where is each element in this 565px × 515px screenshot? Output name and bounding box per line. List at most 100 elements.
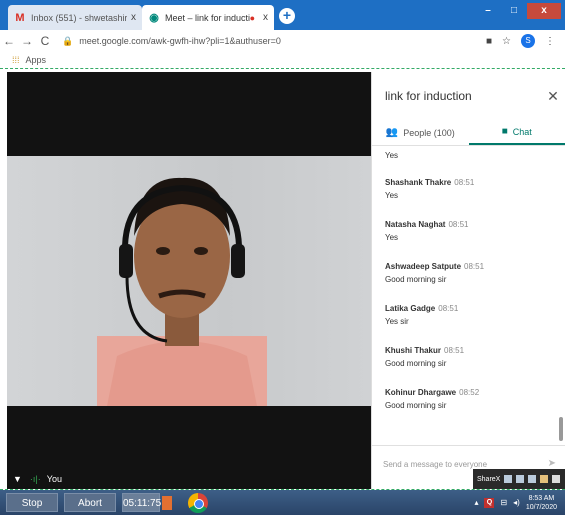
back-icon[interactable]: ← — [0, 34, 18, 48]
close-tab-icon[interactable]: x — [131, 12, 136, 23]
sharex-delete-icon[interactable] — [552, 475, 561, 483]
meet-icon: ◉ — [149, 12, 159, 24]
sharex-capture-icon[interactable] — [504, 475, 513, 483]
sharex-window-icon[interactable] — [528, 475, 537, 483]
clock[interactable]: 8:53 AM 10/7/2020 — [526, 494, 557, 512]
message-time: 08:51 — [438, 304, 459, 313]
chat-message: Ashwadeep Satpute 08:51 Good morning sir — [385, 262, 565, 284]
close-window-button[interactable]: x — [527, 3, 561, 19]
message-sender: Khushi Thakur 08:51 — [385, 346, 465, 355]
close-tab-icon[interactable]: x — [263, 12, 268, 23]
sharex-clipboard-icon[interactable] — [540, 475, 549, 483]
profile-avatar[interactable]: S — [521, 34, 535, 48]
system-tray: ▴ Q ⊟ ◂) 8:53 AM 10/7/2020 — [474, 494, 557, 512]
audio-level-icon: ·ı|· — [29, 474, 41, 484]
minimize-button[interactable]: – — [475, 3, 501, 19]
message-text: Good morning sir — [385, 401, 447, 410]
tab-gmail[interactable]: M Inbox (551) - shwetashirpurkar2( x — [8, 5, 142, 30]
url-text: meet.google.com/awk-gwfh-ihw?pli=1&authu… — [79, 35, 281, 46]
tab-title: Meet – link for induction — [165, 12, 250, 23]
chat-message: Shashank Thakre 08:51 Yes — [385, 178, 565, 200]
bookmarks-bar: ⁞⁞⁞ Apps — [0, 52, 565, 68]
message-time: 08:51 — [448, 220, 469, 229]
address-bar-actions: ■ ☆ S ⋮ — [486, 34, 555, 48]
people-icon: 👥 — [385, 127, 399, 138]
forward-icon[interactable]: → — [18, 34, 36, 48]
apps-bookmark[interactable]: Apps — [26, 55, 47, 65]
clock-time: 8:53 AM — [528, 494, 555, 502]
meeting-title: link for induction — [385, 89, 472, 103]
tab-title: Inbox (551) - shwetashirpurkar2( — [31, 12, 127, 23]
new-tab-button[interactable]: + — [279, 8, 295, 24]
browser-tab-bar: M Inbox (551) - shwetashirpurkar2( x ◉ M… — [0, 0, 565, 30]
tray-expand-icon[interactable]: ▴ — [474, 498, 478, 507]
video-area: ▼ ·ı|· You — [7, 72, 371, 489]
chat-icon: ■ — [501, 126, 508, 137]
side-panel: link for induction ✕ 👥 People (100) ■ Ch… — [371, 72, 565, 489]
window-controls: – □ x — [475, 3, 561, 19]
participant-video — [7, 156, 371, 406]
message-text: Yes — [385, 233, 399, 242]
chat-message: Kohinur Dhargawe 08:52 Good morning sir — [385, 388, 565, 410]
network-icon[interactable]: ⊟ — [500, 498, 507, 507]
message-text: Yes sir — [385, 317, 409, 326]
self-label: You — [46, 474, 62, 484]
chat-scrollbar[interactable] — [559, 417, 563, 441]
message-sender: Shashank Thakre 08:51 — [385, 178, 475, 187]
recording-timer: 05:11:75 — [122, 493, 161, 512]
chat-message: Yes — [385, 151, 565, 160]
send-icon[interactable]: ➤ — [548, 458, 556, 469]
tab-meet[interactable]: ◉ Meet – link for induction ● x — [142, 5, 274, 30]
message-text: Good morning sir — [385, 275, 447, 284]
sharex-region-icon[interactable] — [516, 475, 525, 483]
chat-tab-label: Chat — [512, 126, 532, 137]
message-sender: Ashwadeep Satpute 08:51 — [385, 262, 485, 271]
message-text: Good morning sir — [385, 359, 447, 368]
message-time: 08:52 — [459, 388, 480, 397]
capture-border — [0, 68, 565, 70]
apps-grid-icon[interactable]: ⁞⁞⁞ — [12, 55, 20, 65]
chat-messages: Yes Shashank Thakre 08:51 Yes Natasha Nag… — [372, 147, 565, 447]
antivirus-icon[interactable]: Q — [484, 497, 495, 508]
panel-tabs: 👥 People (100) ■ Chat — [372, 120, 565, 146]
sharex-label: ShareX — [477, 475, 501, 483]
self-view-bar: ▼ ·ı|· You — [7, 469, 371, 489]
message-text: Yes — [385, 151, 399, 160]
stop-button[interactable]: Stop — [6, 493, 58, 512]
url-field[interactable]: 🔒 meet.google.com/awk-gwfh-ihw?pli=1&auth… — [62, 36, 486, 47]
abort-button[interactable]: Abort — [64, 493, 116, 512]
message-time: 08:51 — [464, 262, 485, 271]
message-time: 08:51 — [444, 346, 465, 355]
gmail-icon: M — [15, 11, 25, 24]
maximize-button[interactable]: □ — [501, 3, 527, 19]
menu-icon[interactable]: ⋮ — [545, 36, 555, 47]
play-icon[interactable] — [162, 495, 172, 510]
message-sender: Kohinur Dhargawe 08:52 — [385, 388, 480, 397]
chat-message: Natasha Naghat 08:51 Yes — [385, 220, 565, 242]
message-text: Yes — [385, 191, 399, 200]
star-icon[interactable]: ☆ — [502, 36, 511, 47]
people-tab-label: People (100) — [403, 127, 455, 138]
chat-message: Latika Gadge 08:51 Yes sir — [385, 304, 565, 326]
message-time: 08:51 — [454, 178, 475, 187]
volume-icon[interactable]: ◂) — [513, 498, 520, 507]
message-placeholder: Send a message to everyone — [383, 460, 488, 469]
taskbar: Stop Abort 05:11:75 ▴ Q ⊟ ◂) 8:53 AM 10/… — [0, 490, 565, 515]
clock-date: 10/7/2020 — [525, 503, 557, 511]
sharex-toolbar: ShareX — [473, 469, 565, 489]
camera-icon[interactable]: ■ — [486, 36, 492, 47]
reload-icon[interactable]: C — [36, 34, 54, 48]
close-panel-icon[interactable]: ✕ — [541, 88, 565, 105]
message-sender: Natasha Naghat 08:51 — [385, 220, 469, 229]
chrome-icon[interactable] — [188, 492, 208, 513]
tab-chat[interactable]: ■ Chat — [468, 120, 565, 145]
lock-icon: 🔒 — [62, 35, 74, 46]
message-sender: Latika Gadge 08:51 — [385, 304, 459, 313]
tab-people[interactable]: 👥 People (100) — [372, 120, 469, 145]
person-image — [97, 177, 267, 406]
recording-dot-icon: ● — [249, 12, 255, 23]
pin-icon[interactable]: ▼ — [13, 474, 22, 484]
chat-message: Khushi Thakur 08:51 Good morning sir — [385, 346, 565, 368]
address-bar: ← → C 🔒 meet.google.com/awk-gwfh-ihw?pli=… — [0, 30, 565, 52]
panel-header: link for induction ✕ — [372, 72, 565, 120]
